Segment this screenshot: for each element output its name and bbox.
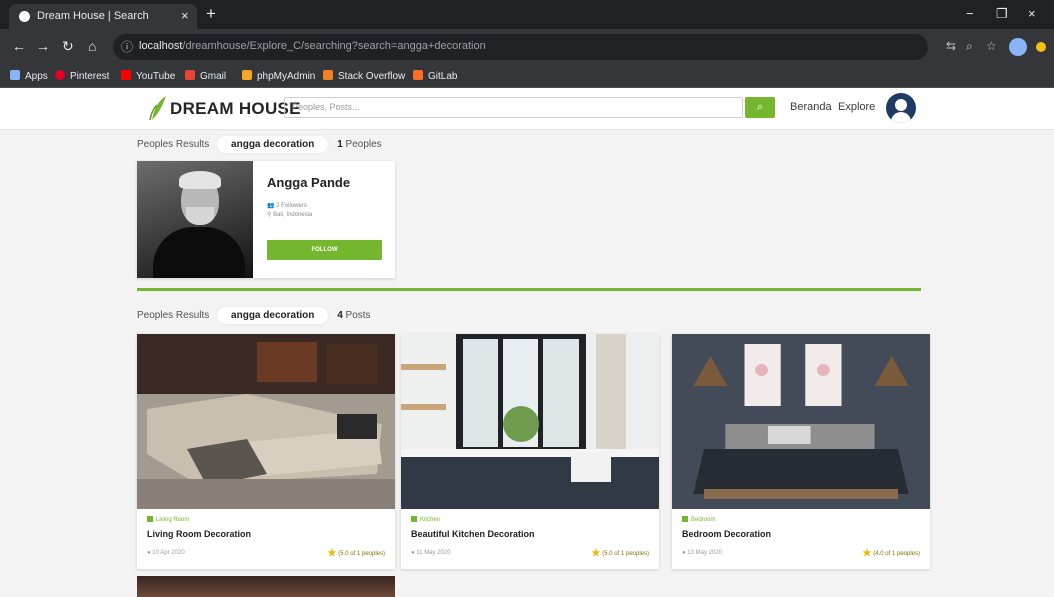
post-card[interactable]: Bedroom Bedroom Decoration ● 13 May 2020… <box>672 334 930 569</box>
user-avatar-icon[interactable] <box>886 93 916 123</box>
apps-grid-icon <box>10 70 20 80</box>
address-url: localhost/dreamhouse/Explore_C/searching… <box>139 40 486 52</box>
post-results-header: Peoples Results angga decoration 4 Posts <box>137 307 371 324</box>
site-info-icon[interactable]: ⓘ <box>121 38 133 55</box>
post-title[interactable]: Living Room Decoration <box>147 529 251 539</box>
post-query-pill: angga decoration <box>217 307 329 324</box>
tab-close-icon[interactable]: × <box>181 8 189 23</box>
post-card-partial[interactable] <box>137 576 395 597</box>
nav-beranda[interactable]: Beranda <box>790 101 832 113</box>
post-category: Bedroom <box>682 516 715 523</box>
star-icon: ★ <box>591 548 601 559</box>
bookmark-phpmyadmin[interactable]: phpMyAdmin <box>242 70 315 82</box>
browser-tab[interactable]: Dream House | Search × <box>9 4 197 29</box>
back-icon[interactable]: ← <box>12 38 26 54</box>
follow-button[interactable]: FOLLOW <box>267 240 382 260</box>
people-results-header: Peoples Results angga decoration 1 Peopl… <box>137 136 382 153</box>
search-button[interactable]: ⌕ <box>745 97 775 118</box>
person-photo <box>137 161 253 278</box>
search-input[interactable]: Peoples, Posts... <box>284 97 743 118</box>
people-count: 1 Peoples <box>337 139 382 150</box>
post-rating: ★ (5.0 of 1 peoples) <box>591 548 649 559</box>
search-placeholder: Peoples, Posts... <box>292 102 360 112</box>
search-results: Peoples Results angga decoration 1 Peopl… <box>0 130 1054 597</box>
post-date: ● 10 Apr 2020 <box>147 550 185 556</box>
nav-explore[interactable]: Explore <box>838 101 875 113</box>
browser-tab-strip: Dream House | Search × + − ❐ × <box>0 0 1054 29</box>
youtube-icon <box>121 70 131 80</box>
post-card[interactable]: Living Room Living Room Decoration ● 10 … <box>137 334 395 569</box>
section-divider <box>137 288 921 291</box>
post-rating: ★ (5.0 of 1 peoples) <box>327 548 385 559</box>
minimize-button[interactable]: − <box>966 6 974 21</box>
home-icon[interactable]: ⌂ <box>88 38 96 54</box>
person-card[interactable]: Angga Pande 👥 2 Followers ⚲ Bali, Indone… <box>137 161 395 278</box>
maximize-button[interactable]: ❐ <box>996 6 1008 22</box>
star-icon: ★ <box>327 548 337 559</box>
extension-icon[interactable] <box>1036 42 1046 52</box>
bookmark-star-icon[interactable]: ☆ <box>986 39 997 53</box>
bookmarks-bar: Apps Pinterest YouTube Gmail phpMyAdmin … <box>0 66 1054 88</box>
site-logo[interactable]: DREAM HOUSE <box>170 99 301 119</box>
person-name[interactable]: Angga Pande <box>267 175 350 190</box>
post-category: Kitchen <box>411 516 440 523</box>
person-location: ⚲ Bali, Indonesia <box>267 212 313 218</box>
post-title[interactable]: Bedroom Decoration <box>682 529 771 539</box>
post-image[interactable] <box>137 334 395 509</box>
bookmark-gmail[interactable]: Gmail <box>185 70 226 82</box>
site-navbar: DREAM HOUSE Peoples, Posts... ⌕ Beranda … <box>0 88 1054 130</box>
zoom-icon[interactable]: ⌕ <box>966 39 973 54</box>
bookmark-youtube[interactable]: YouTube <box>121 70 175 82</box>
star-icon: ★ <box>862 548 872 559</box>
bookmark-pinterest[interactable]: Pinterest <box>55 70 109 82</box>
post-count: 4 Posts <box>337 310 371 321</box>
stack-overflow-icon <box>323 70 333 80</box>
tab-favicon-icon <box>19 11 30 22</box>
post-title[interactable]: Beautiful Kitchen Decoration <box>411 529 535 539</box>
leaf-logo-icon <box>149 96 166 121</box>
bookmark-apps[interactable]: Apps <box>10 70 48 82</box>
tab-title: Dream House | Search <box>37 10 149 22</box>
person-followers: 👥 2 Followers <box>267 203 307 209</box>
phpmyadmin-icon <box>242 70 252 80</box>
new-tab-button[interactable]: + <box>206 5 216 22</box>
post-card[interactable]: Kitchen Beautiful Kitchen Decoration ● 1… <box>401 334 659 569</box>
browser-toolbar: ← → ↻ ⌂ ⓘ localhost/dreamhouse/Explore_C… <box>0 29 1054 66</box>
forward-icon[interactable]: → <box>36 38 50 54</box>
profile-avatar-icon[interactable] <box>1009 38 1027 56</box>
address-bar[interactable]: ⓘ localhost/dreamhouse/Explore_C/searchi… <box>113 34 928 60</box>
bookmark-gitlab[interactable]: GitLab <box>413 70 457 82</box>
post-date: ● 13 May 2020 <box>682 550 722 556</box>
people-query-pill: angga decoration <box>217 136 329 153</box>
post-rating: ★ (4.0 of 1 peoples) <box>862 548 920 559</box>
post-results-label: Peoples Results <box>137 310 210 321</box>
post-image[interactable] <box>672 334 930 509</box>
reload-icon[interactable]: ↻ <box>62 38 74 55</box>
gitlab-icon <box>413 70 423 80</box>
post-category: Living Room <box>147 516 189 523</box>
post-date: ● 11 May 2020 <box>411 550 451 556</box>
search-icon: ⌕ <box>756 101 764 113</box>
people-results-label: Peoples Results <box>137 139 210 150</box>
pinterest-icon <box>55 70 65 80</box>
post-image[interactable] <box>401 334 659 509</box>
gmail-icon <box>185 70 195 80</box>
bookmark-stack-overflow[interactable]: Stack Overflow <box>323 70 405 82</box>
translate-icon[interactable]: ⇆ <box>946 39 956 53</box>
close-window-button[interactable]: × <box>1028 6 1036 21</box>
